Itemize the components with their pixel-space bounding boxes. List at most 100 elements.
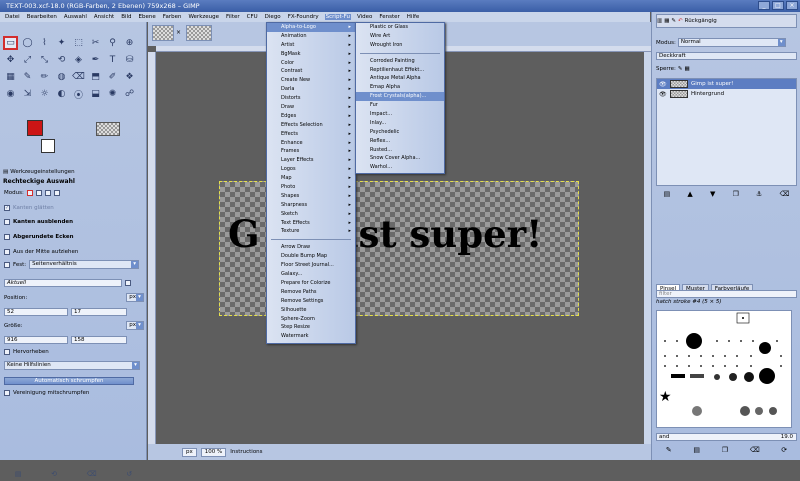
- script-fu-item-text-effects[interactable]: Text Effects ▸: [267, 219, 355, 228]
- antialias-row[interactable]: ✓ Kanten glätten: [4, 203, 144, 212]
- script-fu-item-remove-settings[interactable]: Remove Settings: [267, 297, 355, 306]
- script-fu-item-artist[interactable]: Artist ▸: [267, 41, 355, 50]
- brush-grid[interactable]: ★: [656, 310, 792, 428]
- menu-fenster[interactable]: Fenster: [378, 14, 400, 20]
- script-fu-item-create-new[interactable]: Create New ▸: [267, 76, 355, 85]
- expand-center-checkbox[interactable]: [4, 248, 10, 255]
- feather-row[interactable]: Kanten ausblenden: [4, 217, 144, 226]
- edit-brush-icon[interactable]: ✎: [666, 446, 672, 454]
- channels-tab-icon[interactable]: ▦: [664, 18, 669, 24]
- brush-filter-input[interactable]: filter: [656, 290, 797, 298]
- tool-icon-27[interactable]: ◐: [54, 87, 69, 101]
- menu-farben[interactable]: Farben: [162, 14, 183, 20]
- script-fu-item-sketch[interactable]: Sketch ▸: [267, 210, 355, 219]
- tool-icon-15[interactable]: ⛁: [122, 53, 137, 67]
- foreground-color-swatch[interactable]: [27, 120, 43, 136]
- tool-icon-22[interactable]: ✐: [105, 70, 120, 84]
- alpha-logo-item[interactable]: Warhol...: [356, 163, 444, 172]
- script-fu-item-remove-paths[interactable]: Remove Paths: [267, 288, 355, 297]
- auto-shrink-button[interactable]: Automatisch schrumpfen: [4, 377, 134, 385]
- script-fu-item-sharpness[interactable]: Sharpness ▸: [267, 201, 355, 210]
- mode-add-icon[interactable]: [35, 189, 42, 196]
- lower-layer-icon[interactable]: ▼: [710, 190, 715, 198]
- shrink-merged-row[interactable]: Vereinigung mitschrumpfen: [4, 388, 144, 397]
- menu-ebene[interactable]: Ebene: [138, 14, 157, 20]
- maximize-button[interactable]: □: [772, 1, 784, 10]
- reset-options-icon[interactable]: ↺: [126, 470, 132, 478]
- image-tab-1[interactable]: [152, 25, 174, 41]
- size-unit-select[interactable]: px ▾: [126, 321, 144, 330]
- position-y-input[interactable]: 17: [71, 307, 127, 316]
- layer-row[interactable]: 👁 Gimp ist super!: [657, 79, 796, 89]
- refresh-brushes-icon[interactable]: ⟳: [781, 446, 787, 454]
- tool-icon-24[interactable]: ◉: [3, 87, 18, 101]
- tool-icon-25[interactable]: ⇲: [20, 87, 35, 101]
- expand-center-row[interactable]: Aus der Mitte aufziehen: [4, 247, 144, 256]
- menu-filter[interactable]: Filter: [225, 14, 241, 20]
- tool-icon-17[interactable]: ✎: [20, 70, 35, 84]
- menu-auswahl[interactable]: Auswahl: [63, 14, 88, 20]
- minimize-button[interactable]: _: [758, 1, 770, 10]
- close-icon[interactable]: ×: [176, 29, 181, 36]
- highlight-row[interactable]: Hervorheben: [4, 347, 144, 356]
- menu-video[interactable]: Video: [356, 14, 373, 20]
- script-fu-item-map[interactable]: Map ▸: [267, 174, 355, 183]
- delete-layer-icon[interactable]: ⌫: [780, 190, 790, 198]
- vertical-ruler[interactable]: [148, 52, 156, 448]
- script-fu-item-distorts[interactable]: Distorts ▸: [267, 94, 355, 103]
- script-fu-item-effects-selection[interactable]: Effects Selection ▸: [267, 121, 355, 130]
- script-fu-item-enhance[interactable]: Enhance ▸: [267, 139, 355, 148]
- duplicate-layer-icon[interactable]: ❐: [733, 190, 739, 198]
- alpha-logo-item[interactable]: Impact...: [356, 110, 444, 119]
- mode-replace-icon[interactable]: [26, 189, 33, 196]
- paths-tab-icon[interactable]: ✎: [671, 18, 676, 24]
- anchor-layer-icon[interactable]: ⚓: [756, 190, 762, 198]
- new-layer-icon[interactable]: ▤: [664, 190, 671, 198]
- rounded-corners-row[interactable]: Abgerundete Ecken: [4, 232, 144, 241]
- mode-subtract-icon[interactable]: [44, 189, 51, 196]
- menu-datei[interactable]: Datei: [4, 14, 21, 20]
- tool-icon-19[interactable]: ◍: [54, 70, 69, 84]
- tool-icon-21[interactable]: ⬒: [88, 70, 103, 84]
- tool-icon-14[interactable]: T: [105, 53, 120, 67]
- tool-icon-2[interactable]: ⌇: [37, 36, 52, 50]
- tool-icon-8[interactable]: ✥: [3, 53, 18, 67]
- tool-icon-7[interactable]: ⊕: [122, 36, 137, 50]
- menu-cfu[interactable]: CFU: [246, 14, 259, 20]
- script-fu-item-edges[interactable]: Edges ▸: [267, 112, 355, 121]
- menu-hilfe[interactable]: Hilfe: [406, 14, 421, 20]
- duplicate-brush-icon[interactable]: ❐: [722, 446, 728, 454]
- tool-icon-5[interactable]: ✂: [88, 36, 103, 50]
- script-fu-item-color[interactable]: Color ▸: [267, 59, 355, 68]
- script-fu-item-effects[interactable]: Effects ▸: [267, 130, 355, 139]
- script-fu-item-texture[interactable]: Texture ▸: [267, 227, 355, 236]
- feather-checkbox[interactable]: [4, 218, 10, 225]
- script-fu-item-animation[interactable]: Animation ▸: [267, 32, 355, 41]
- alpha-logo-item[interactable]: Reptilienhaut Effekt...: [356, 66, 444, 75]
- alpha-logo-item[interactable]: Snow Cover Alpha...: [356, 154, 444, 163]
- lock-alpha-icon[interactable]: ▦: [685, 66, 690, 72]
- eye-icon[interactable]: 👁: [659, 81, 667, 88]
- size-w-input[interactable]: 916: [4, 335, 68, 344]
- delete-options-icon[interactable]: ⌫: [87, 470, 97, 478]
- script-fu-item-alpha-to-logo[interactable]: Alpha-to-Logo ▸: [267, 23, 355, 32]
- opacity-slider[interactable]: Deckkraft: [656, 52, 797, 60]
- menu-werkzeuge[interactable]: Werkzeuge: [187, 14, 220, 20]
- script-fu-item-step-resize[interactable]: Step Resize: [267, 323, 355, 332]
- tool-icon-29[interactable]: ⬓: [88, 87, 103, 101]
- tool-icon-20[interactable]: ⌫: [71, 70, 86, 84]
- script-fu-item-floor-street-journal-[interactable]: Floor Street Journal...: [267, 261, 355, 270]
- guides-select[interactable]: Keine Hilfslinien ▾: [4, 361, 140, 370]
- tool-icon-4[interactable]: ⬚: [71, 36, 86, 50]
- alpha-logo-item[interactable]: Fur: [356, 101, 444, 110]
- aktuell-field[interactable]: Aktuell: [4, 278, 122, 287]
- unit-select[interactable]: px: [182, 447, 197, 457]
- size-h-input[interactable]: 158: [71, 335, 127, 344]
- script-fu-item-watermark[interactable]: Watermark: [267, 332, 355, 341]
- tool-icon-30[interactable]: ✺: [105, 87, 120, 101]
- script-fu-item-logos[interactable]: Logos ▸: [267, 165, 355, 174]
- tool-icon-1[interactable]: ◯: [20, 36, 35, 50]
- brush-spacing-slider[interactable]: and 19.0: [656, 433, 797, 441]
- eye-icon[interactable]: 👁: [659, 91, 667, 98]
- script-fu-item-contrast[interactable]: Contrast ▸: [267, 67, 355, 76]
